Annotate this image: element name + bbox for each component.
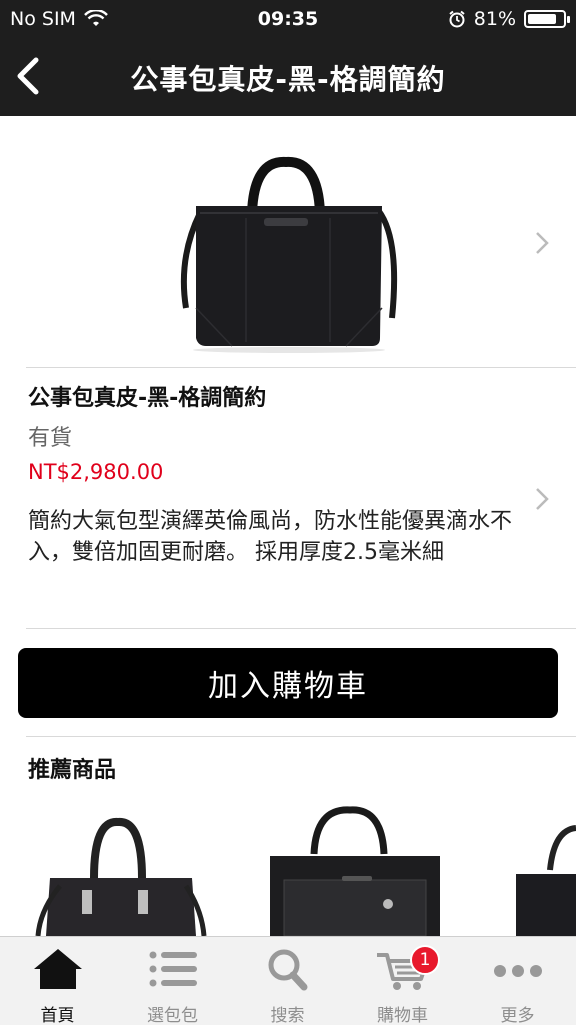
tab-search[interactable]: 搜索	[230, 937, 345, 1026]
battery-percent: 81%	[473, 8, 516, 30]
page-title: 公事包真皮-黑-格調簡約	[130, 63, 446, 96]
product-thumbnail	[270, 806, 440, 936]
product-thumbnail	[516, 825, 576, 936]
divider	[26, 736, 576, 737]
list-icon	[149, 951, 197, 987]
tab-label: 更多	[500, 1006, 535, 1026]
home-icon	[33, 949, 82, 989]
product-price: NT$2,980.00	[28, 460, 164, 484]
product-image-carousel[interactable]	[0, 118, 576, 368]
tab-more[interactable]: 更多	[460, 937, 575, 1026]
tab-cart[interactable]: 1 購物車	[345, 937, 460, 1026]
app-header: No SIM 09:35 81% 公事包真皮-黑-格調簡約	[0, 0, 576, 116]
recommended-strip[interactable]	[0, 790, 576, 936]
tab-bar: 首頁 選包包 搜索 1 購物車 更多	[0, 936, 576, 1026]
status-right: 81%	[448, 8, 570, 30]
tab-label: 選包包	[147, 1006, 198, 1026]
more-icon	[493, 965, 542, 977]
stock-status: 有貨	[28, 426, 73, 451]
status-bar: No SIM 09:35 81%	[0, 0, 576, 40]
recommended-item[interactable]	[30, 790, 210, 936]
chevron-right-icon[interactable]	[532, 228, 552, 258]
recommended-item[interactable]	[510, 790, 576, 936]
product-thumbnail	[35, 818, 207, 936]
cart-badge: 1	[410, 945, 440, 975]
tab-home[interactable]: 首頁	[0, 937, 115, 1026]
battery-icon	[524, 10, 570, 28]
product-description: 簡約大氣包型演繹英倫風尚，防水性能優異滴水不入，雙倍加固更耐磨。 採用厚度2.5…	[28, 509, 513, 565]
alarm-icon	[449, 10, 465, 28]
chevron-right-icon[interactable]	[532, 484, 552, 514]
tab-label: 搜索	[270, 1006, 305, 1026]
battery-level-fill	[528, 14, 556, 24]
divider	[26, 628, 576, 629]
add-to-cart-button[interactable]: 加入購物車	[18, 648, 558, 718]
search-icon	[268, 949, 307, 991]
tab-label: 首頁	[40, 1006, 75, 1026]
product-info[interactable]: 公事包真皮-黑-格調簡約 有貨 NT$2,980.00 簡約大氣包型演繹英倫風尚…	[0, 368, 576, 628]
tab-choose-bags[interactable]: 選包包	[115, 937, 230, 1026]
product-name: 公事包真皮-黑-格調簡約	[28, 386, 267, 411]
product-image	[180, 156, 398, 353]
nav-bar: 公事包真皮-黑-格調簡約	[0, 40, 576, 116]
recommended-title: 推薦商品	[28, 758, 117, 783]
recommended-item[interactable]	[260, 790, 450, 936]
tab-label: 購物車	[377, 1006, 428, 1026]
